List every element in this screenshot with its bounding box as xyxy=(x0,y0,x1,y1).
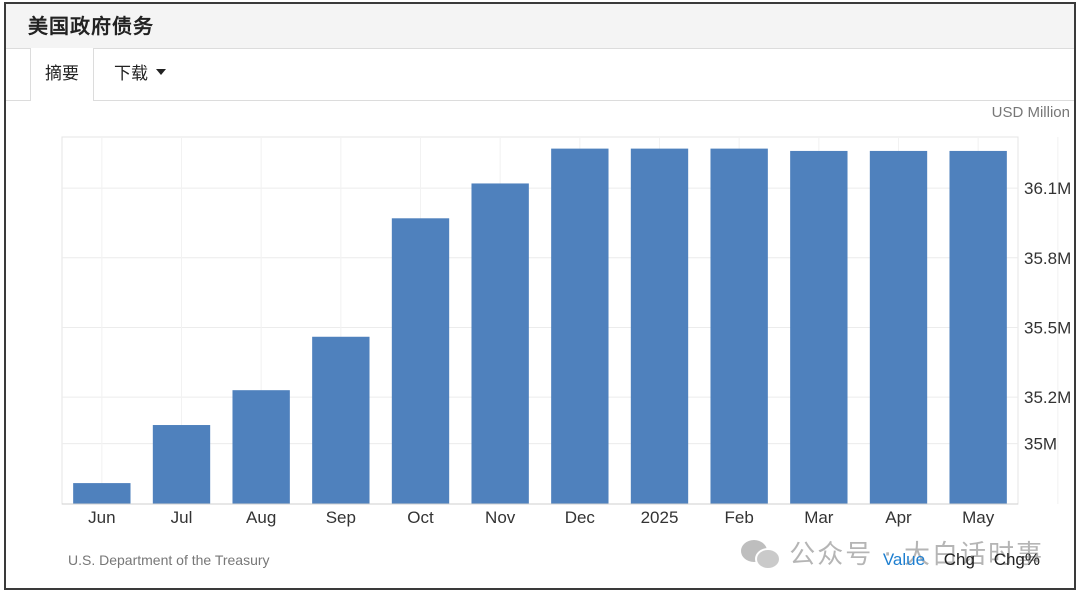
y-tick-label: 35M xyxy=(1024,435,1057,454)
chart-widget: 美国政府债务 摘要 下载 USD Million 35M 35.2M 35.5M 35… xyxy=(4,2,1076,590)
bar-feb xyxy=(710,148,768,504)
y-tick-label: 36.1M xyxy=(1024,179,1071,198)
view-controls: Value Chg Chg% xyxy=(869,550,1040,570)
x-tick-label: Feb xyxy=(725,508,754,527)
bar-aug xyxy=(232,390,290,504)
source-label: U.S. Department of the Treasury xyxy=(68,552,270,568)
bar-oct xyxy=(391,218,450,504)
chg-pct-toggle[interactable]: Chg% xyxy=(994,550,1040,569)
x-tick-label: Nov xyxy=(485,508,516,527)
chg-toggle[interactable]: Chg xyxy=(944,550,975,569)
bar-jul xyxy=(152,425,211,504)
bar-mar xyxy=(790,150,848,504)
y-tick-label: 35.8M xyxy=(1024,249,1071,268)
bar-chart: 35M 35.2M 35.5M 35.8M 36.1M Jun Jul Aug Sep Oct No… xyxy=(61,136,1071,527)
x-tick-label: Oct xyxy=(407,508,434,527)
bar-apr xyxy=(869,150,928,504)
x-tick-label: Aug xyxy=(246,508,276,527)
bar-may xyxy=(949,150,1007,504)
x-tick-label: Jun xyxy=(88,508,115,527)
x-tick-label: Dec xyxy=(565,508,596,527)
y-tick-label: 35.5M xyxy=(1024,318,1071,337)
bar-nov xyxy=(471,183,529,505)
x-tick-label: Jul xyxy=(171,508,193,527)
x-tick-label: Sep xyxy=(326,508,356,527)
x-tick-label: Mar xyxy=(804,508,834,527)
y-tick-label: 35.2M xyxy=(1024,388,1071,407)
bar-sep xyxy=(312,336,370,504)
x-tick-label: May xyxy=(962,508,995,527)
value-toggle[interactable]: Value xyxy=(883,550,925,569)
x-tick-label: 2025 xyxy=(641,508,679,527)
bar-dec xyxy=(551,148,609,504)
x-tick-label: Apr xyxy=(885,508,912,527)
bar-jun xyxy=(73,483,131,504)
bar-2025 xyxy=(630,148,689,504)
